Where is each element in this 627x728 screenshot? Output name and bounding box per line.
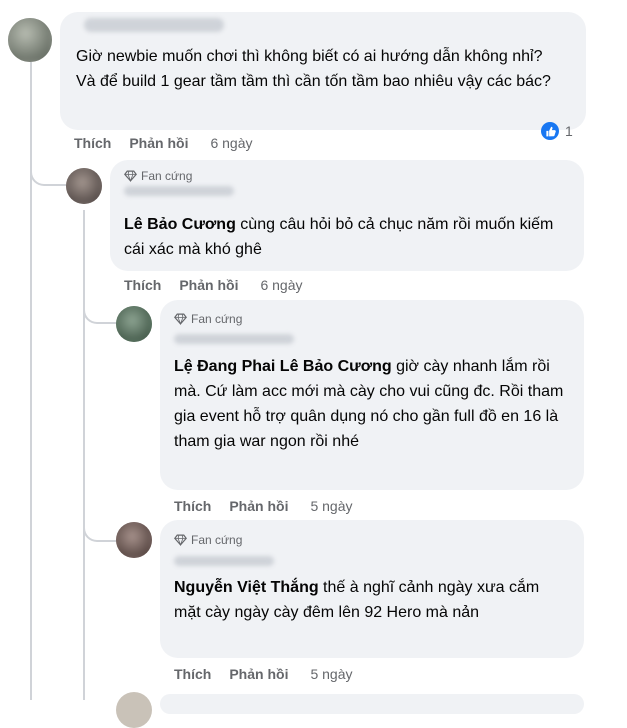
timestamp[interactable]: 6 ngày (260, 277, 302, 293)
fan-badge-label: Fan cứng (191, 312, 243, 326)
avatar[interactable] (116, 692, 152, 728)
comment-bubble: Giờ newbie muốn chơi thì không biết có a… (60, 12, 586, 130)
fan-badge: Fan cứng (174, 533, 242, 547)
comment-actions: Thích Phản hồi 5 ngày (174, 498, 353, 514)
comment-actions: Thích Phản hồi 5 ngày (174, 666, 353, 682)
comment-text: Giờ newbie muốn chơi thì không biết có a… (76, 48, 551, 90)
thread-connector (83, 518, 117, 542)
timestamp[interactable]: 5 ngày (310, 498, 352, 514)
avatar[interactable] (116, 306, 152, 342)
avatar[interactable] (116, 522, 152, 558)
like-icon (541, 122, 559, 140)
avatar[interactable] (66, 168, 102, 204)
fan-badge: Fan cứng (174, 312, 242, 326)
reaction-summary[interactable]: 1 (541, 122, 573, 140)
fan-badge-label: Fan cứng (141, 169, 193, 183)
timestamp[interactable]: 6 ngày (210, 135, 252, 151)
mentioned-user[interactable]: Lệ Đang Phai Lê Bảo Cương (174, 358, 392, 375)
comment-bubble: Fan cứng Lệ Đang Phai Lê Bảo Cương giờ c… (160, 300, 584, 490)
reply-button[interactable]: Phản hồi (179, 277, 238, 293)
comment-bubble: Fan cứng Lê Bảo Cương cùng câu hỏi bỏ cả… (110, 160, 584, 271)
avatar[interactable] (8, 18, 52, 62)
author-name-redacted (124, 186, 234, 196)
reply-button[interactable]: Phản hồi (229, 498, 288, 514)
author-name-redacted (174, 556, 274, 566)
comment-bubble (160, 694, 584, 714)
comment-bubble: Fan cứng Nguyễn Việt Thắng thế à nghĩ cả… (160, 520, 584, 658)
diamond-icon (174, 313, 187, 325)
author-name-redacted (174, 334, 294, 344)
thread-line (30, 62, 32, 700)
comment-text: Nguyễn Việt Thắng thế à nghĩ cảnh ngày x… (174, 579, 540, 621)
thread-line (83, 210, 85, 700)
diamond-icon (124, 170, 137, 182)
like-button[interactable]: Thích (174, 666, 211, 682)
mentioned-user[interactable]: Nguyễn Việt Thắng (174, 579, 319, 596)
fan-badge-label: Fan cứng (191, 533, 243, 547)
comment-text: Lệ Đang Phai Lê Bảo Cương giờ cày nhanh … (174, 358, 564, 450)
reaction-count: 1 (565, 123, 573, 139)
fan-badge: Fan cứng (124, 169, 192, 183)
like-button[interactable]: Thích (124, 277, 161, 293)
thread-connector (83, 300, 117, 324)
comment-actions: Thích Phản hồi 6 ngày (74, 135, 253, 151)
diamond-icon (174, 534, 187, 546)
comment-actions: Thích Phản hồi 6 ngày (124, 277, 303, 293)
thread-connector (30, 162, 66, 186)
mentioned-user[interactable]: Lê Bảo Cương (124, 216, 236, 233)
reply-button[interactable]: Phản hồi (129, 135, 188, 151)
author-name-redacted (84, 18, 224, 32)
comment-text: Lê Bảo Cương cùng câu hỏi bỏ cả chục năm… (124, 216, 554, 258)
like-button[interactable]: Thích (74, 135, 111, 151)
timestamp[interactable]: 5 ngày (310, 666, 352, 682)
like-button[interactable]: Thích (174, 498, 211, 514)
reply-button[interactable]: Phản hồi (229, 666, 288, 682)
